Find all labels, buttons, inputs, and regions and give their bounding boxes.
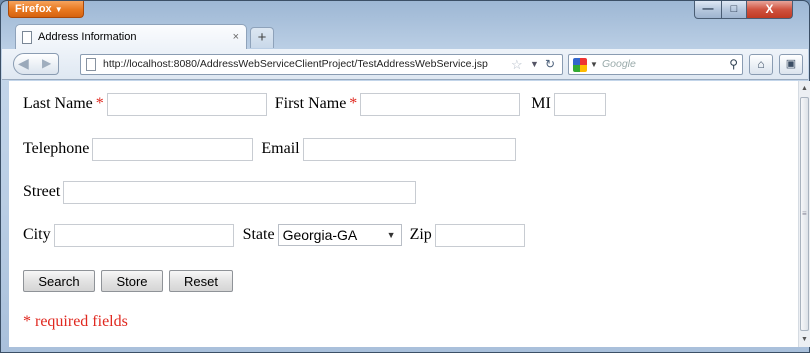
email-label: Email	[261, 140, 300, 157]
chevron-down-icon: ▼	[54, 5, 63, 14]
last-name-input[interactable]	[106, 92, 267, 116]
page-content: Last Name * First Name * MI Telephone Emai…	[9, 81, 799, 347]
state-selected-value: Georgia-GA	[282, 227, 358, 243]
search-placeholder: Google	[602, 58, 636, 70]
tab-close-icon[interactable]: ×	[233, 25, 239, 49]
title-bar: Firefox ▼ — □ X	[1, 1, 809, 23]
back-forward-buttons: ◀ ▶	[13, 53, 59, 75]
store-button[interactable]: Store	[101, 270, 163, 292]
firefox-menu-label: Firefox	[15, 3, 52, 15]
vertical-scrollbar[interactable]: ▲ ≡ ▼	[798, 81, 810, 347]
search-bar[interactable]: ▼ Google ⚲	[568, 54, 743, 75]
close-icon: X	[765, 2, 774, 16]
chevron-down-icon: ▼	[386, 230, 396, 240]
mi-input[interactable]	[553, 92, 606, 116]
zip-input[interactable]	[434, 223, 525, 247]
contact-row: Telephone Email	[23, 137, 516, 161]
minimize-icon: —	[702, 3, 714, 15]
addon-icon: ▣	[785, 58, 797, 70]
close-button[interactable]: X	[746, 1, 793, 19]
maximize-icon: □	[730, 3, 738, 15]
reset-button[interactable]: Reset	[169, 270, 233, 292]
email-input[interactable]	[302, 137, 516, 161]
address-bar[interactable]: http://localhost:8080/AddressWebServiceC…	[80, 54, 563, 75]
required-fields-note: * required fields	[23, 313, 128, 330]
state-select[interactable]: Georgia-GA ▼	[277, 224, 402, 246]
street-row: Street	[23, 180, 417, 204]
city-label: City	[23, 226, 51, 243]
search-button[interactable]: Search	[23, 270, 95, 292]
scroll-grip-icon: ≡	[802, 209, 807, 218]
tab-address-information[interactable]: Address Information ×	[15, 24, 247, 49]
address-row: City State Georgia-GA ▼ Zip	[23, 223, 525, 247]
tab-title: Address Information	[38, 31, 137, 43]
telephone-input[interactable]	[92, 137, 254, 161]
first-name-input[interactable]	[360, 92, 521, 116]
scroll-up-icon[interactable]: ▲	[801, 85, 808, 92]
firefox-menu-button[interactable]: Firefox ▼	[8, 1, 84, 18]
magnifier-icon[interactable]: ⚲	[729, 55, 738, 74]
required-marker: *	[349, 95, 358, 112]
back-icon[interactable]: ◀	[18, 55, 29, 72]
forward-icon[interactable]: ▶	[42, 56, 51, 70]
navigation-toolbar: ◀ ▶ http://localhost:8080/AddressWebServ…	[2, 49, 808, 80]
search-engine-icon[interactable]	[573, 58, 587, 72]
street-label: Street	[23, 183, 61, 200]
page-icon	[22, 31, 32, 44]
state-label: State	[242, 226, 275, 243]
zip-label: Zip	[409, 226, 432, 243]
page-icon	[86, 58, 96, 71]
mi-label: MI	[531, 95, 551, 112]
new-tab-button[interactable]: +	[250, 27, 274, 48]
reload-icon[interactable]: ↻	[545, 55, 555, 74]
scroll-down-icon[interactable]: ▼	[801, 336, 808, 343]
name-row: Last Name * First Name * MI	[23, 92, 606, 116]
browser-window: Firefox ▼ — □ X Address Information × + ◀…	[0, 0, 810, 353]
maximize-button[interactable]: □	[721, 1, 747, 19]
telephone-label: Telephone	[23, 140, 90, 157]
history-dropdown-icon[interactable]: ▼	[530, 55, 539, 74]
minimize-button[interactable]: —	[694, 1, 722, 19]
street-input[interactable]	[63, 180, 417, 204]
url-text[interactable]: http://localhost:8080/AddressWebServiceC…	[103, 55, 488, 74]
search-engine-dropdown-icon[interactable]: ▼	[590, 55, 598, 74]
first-name-label: First Name	[274, 95, 347, 112]
home-icon: ⌂	[757, 57, 765, 71]
addon-button[interactable]: ▣	[779, 54, 803, 75]
button-row: Search Store Reset	[23, 269, 239, 293]
home-button[interactable]: ⌂	[749, 54, 773, 75]
last-name-label: Last Name	[23, 95, 93, 112]
city-input[interactable]	[53, 223, 234, 247]
required-marker: *	[95, 95, 104, 112]
bookmark-star-icon[interactable]: ☆	[511, 55, 523, 74]
